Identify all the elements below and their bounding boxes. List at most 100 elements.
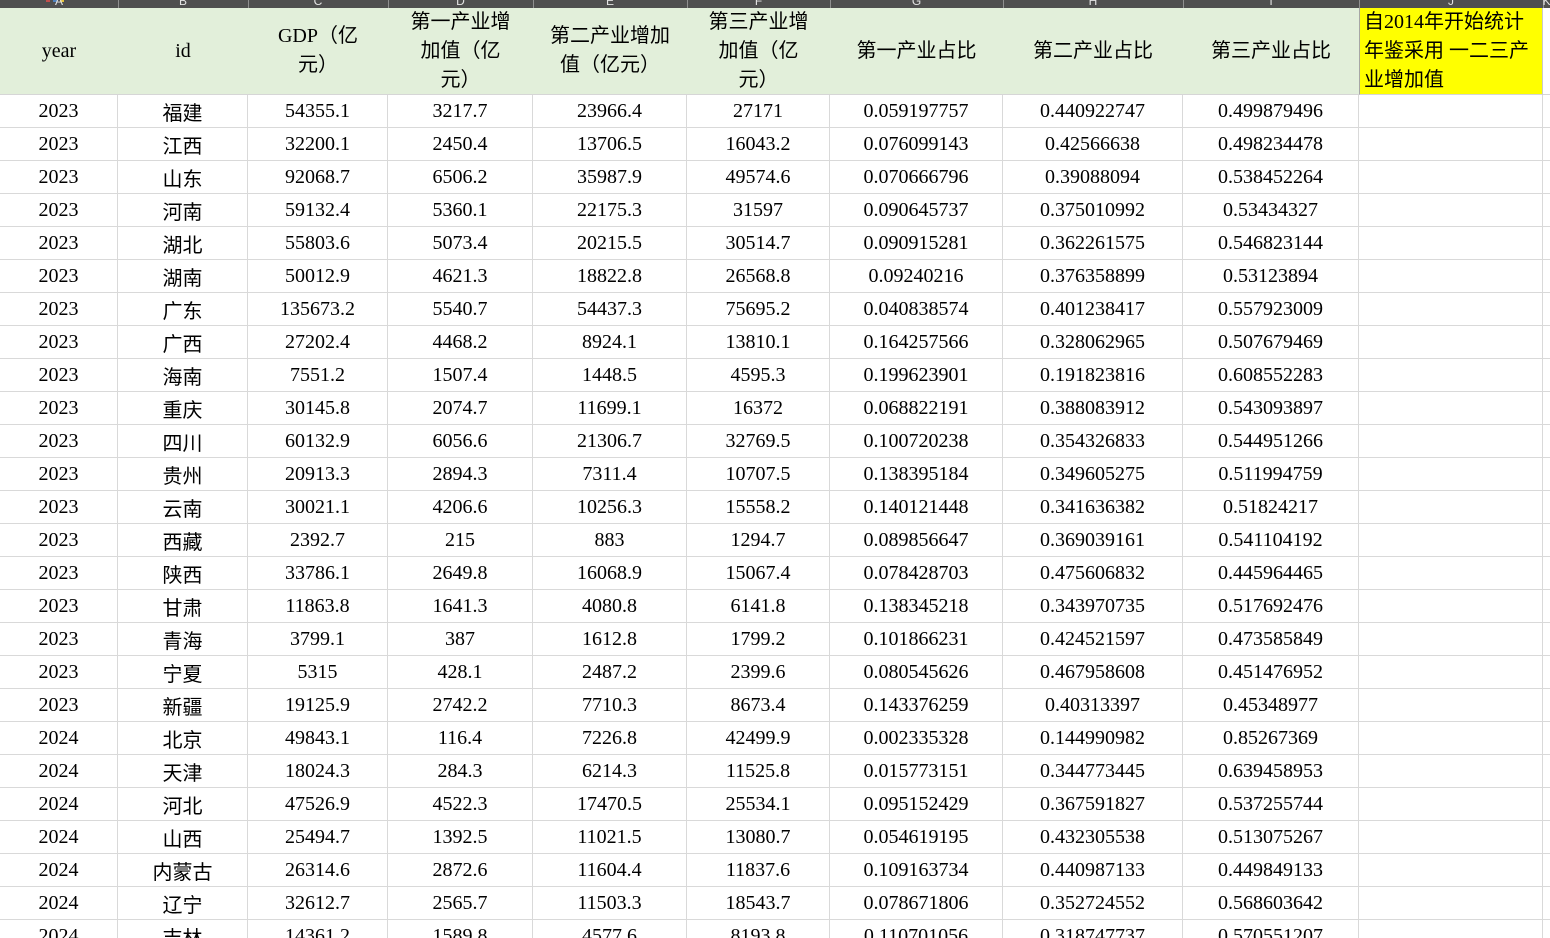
table-cell[interactable]: 新疆 bbox=[118, 689, 248, 721]
table-cell[interactable]: 11525.8 bbox=[687, 755, 830, 787]
table-cell[interactable]: 2023 bbox=[0, 623, 118, 655]
table-cell[interactable]: 5540.7 bbox=[388, 293, 533, 325]
table-cell[interactable]: 贵州 bbox=[118, 458, 248, 490]
table-cell[interactable]: 1589.8 bbox=[388, 920, 533, 938]
table-cell[interactable]: 河北 bbox=[118, 788, 248, 820]
table-cell[interactable]: 11503.3 bbox=[533, 887, 687, 919]
table-cell[interactable]: 10707.5 bbox=[687, 458, 830, 490]
table-cell[interactable]: 27171 bbox=[687, 95, 830, 127]
table-cell[interactable]: 0.078671806 bbox=[830, 887, 1003, 919]
table-cell[interactable]: 0.568603642 bbox=[1183, 887, 1359, 919]
table-cell[interactable]: 0.39088094 bbox=[1003, 161, 1183, 193]
table-cell[interactable]: 0.090915281 bbox=[830, 227, 1003, 259]
table-cell[interactable]: 11604.4 bbox=[533, 854, 687, 886]
table-cell[interactable]: 1612.8 bbox=[533, 623, 687, 655]
column-letter[interactable]: J bbox=[1448, 0, 1454, 7]
table-cell[interactable]: 7551.2 bbox=[248, 359, 388, 391]
table-cell[interactable]: 3799.1 bbox=[248, 623, 388, 655]
table-cell[interactable]: 2023 bbox=[0, 656, 118, 688]
table-cell[interactable]: 2742.2 bbox=[388, 689, 533, 721]
table-cell[interactable]: 0.51824217 bbox=[1183, 491, 1359, 523]
table-cell[interactable]: 云南 bbox=[118, 491, 248, 523]
table-cell[interactable]: 135673.2 bbox=[248, 293, 388, 325]
table-cell[interactable]: 2023 bbox=[0, 194, 118, 226]
table-cell[interactable]: 2074.7 bbox=[388, 392, 533, 424]
column-letter[interactable]: K bbox=[1542, 0, 1550, 7]
table-cell[interactable]: 6214.3 bbox=[533, 755, 687, 787]
table-cell[interactable]: 47526.9 bbox=[248, 788, 388, 820]
table-cell[interactable]: 2023 bbox=[0, 161, 118, 193]
table-cell[interactable]: 1294.7 bbox=[687, 524, 830, 556]
table-cell[interactable]: 49574.6 bbox=[687, 161, 830, 193]
table-cell[interactable]: 4577.6 bbox=[533, 920, 687, 938]
table-cell[interactable]: 31597 bbox=[687, 194, 830, 226]
table-cell[interactable]: 2023 bbox=[0, 260, 118, 292]
table-cell[interactable]: 0.53434327 bbox=[1183, 194, 1359, 226]
table-cell[interactable]: 42499.9 bbox=[687, 722, 830, 754]
table-cell[interactable] bbox=[1359, 326, 1543, 358]
column-letter[interactable]: D bbox=[456, 0, 465, 7]
table-cell[interactable]: 0.449849133 bbox=[1183, 854, 1359, 886]
column-header-gdp[interactable]: GDP（亿 元） bbox=[248, 8, 388, 95]
table-cell[interactable]: 0.040838574 bbox=[830, 293, 1003, 325]
table-cell[interactable]: 0.445964465 bbox=[1183, 557, 1359, 589]
table-cell[interactable]: 0.369039161 bbox=[1003, 524, 1183, 556]
table-cell[interactable]: 吉林 bbox=[118, 920, 248, 938]
table-cell[interactable]: 7311.4 bbox=[533, 458, 687, 490]
table-cell[interactable]: 甘肃 bbox=[118, 590, 248, 622]
table-cell[interactable]: 0.473585849 bbox=[1183, 623, 1359, 655]
table-cell[interactable]: 0.109163734 bbox=[830, 854, 1003, 886]
table-cell[interactable]: 23966.4 bbox=[533, 95, 687, 127]
table-cell[interactable]: 0.349605275 bbox=[1003, 458, 1183, 490]
table-cell[interactable]: 2565.7 bbox=[388, 887, 533, 919]
table-cell[interactable]: 4595.3 bbox=[687, 359, 830, 391]
table-cell[interactable]: 0.354326833 bbox=[1003, 425, 1183, 457]
table-cell[interactable]: 0.388083912 bbox=[1003, 392, 1183, 424]
table-cell[interactable]: 西藏 bbox=[118, 524, 248, 556]
table-cell[interactable]: 0.341636382 bbox=[1003, 491, 1183, 523]
table-cell[interactable]: 2392.7 bbox=[248, 524, 388, 556]
table-cell[interactable]: 0.639458953 bbox=[1183, 755, 1359, 787]
table-cell[interactable]: 59132.4 bbox=[248, 194, 388, 226]
table-cell[interactable]: 2023 bbox=[0, 359, 118, 391]
table-cell[interactable] bbox=[1359, 689, 1543, 721]
table-cell[interactable]: 6506.2 bbox=[388, 161, 533, 193]
table-cell[interactable] bbox=[1359, 194, 1543, 226]
table-cell[interactable]: 16068.9 bbox=[533, 557, 687, 589]
table-cell[interactable] bbox=[1359, 128, 1543, 160]
table-cell[interactable]: 0.376358899 bbox=[1003, 260, 1183, 292]
table-cell[interactable]: 辽宁 bbox=[118, 887, 248, 919]
table-cell[interactable]: 2023 bbox=[0, 491, 118, 523]
table-cell[interactable] bbox=[1359, 293, 1543, 325]
table-cell[interactable]: 湖南 bbox=[118, 260, 248, 292]
table-cell[interactable]: 1507.4 bbox=[388, 359, 533, 391]
table-cell[interactable]: 1641.3 bbox=[388, 590, 533, 622]
table-cell[interactable]: 32200.1 bbox=[248, 128, 388, 160]
table-cell[interactable]: 山东 bbox=[118, 161, 248, 193]
table-cell[interactable]: 山西 bbox=[118, 821, 248, 853]
table-cell[interactable]: 4468.2 bbox=[388, 326, 533, 358]
table-cell[interactable]: 11021.5 bbox=[533, 821, 687, 853]
table-cell[interactable]: 0.078428703 bbox=[830, 557, 1003, 589]
table-cell[interactable]: 0.375010992 bbox=[1003, 194, 1183, 226]
table-cell[interactable]: 0.068822191 bbox=[830, 392, 1003, 424]
table-cell[interactable] bbox=[1359, 788, 1543, 820]
table-cell[interactable]: 16372 bbox=[687, 392, 830, 424]
table-cell[interactable]: 0.475606832 bbox=[1003, 557, 1183, 589]
table-cell[interactable]: 0.054619195 bbox=[830, 821, 1003, 853]
table-cell[interactable]: 75695.2 bbox=[687, 293, 830, 325]
table-cell[interactable]: 0.499879496 bbox=[1183, 95, 1359, 127]
table-cell[interactable]: 35987.9 bbox=[533, 161, 687, 193]
table-cell[interactable]: 0.080545626 bbox=[830, 656, 1003, 688]
table-cell[interactable]: 2024 bbox=[0, 755, 118, 787]
table-cell[interactable]: 湖北 bbox=[118, 227, 248, 259]
table-cell[interactable]: 0.543093897 bbox=[1183, 392, 1359, 424]
table-cell[interactable] bbox=[1359, 590, 1543, 622]
table-cell[interactable]: 13810.1 bbox=[687, 326, 830, 358]
table-cell[interactable]: 2023 bbox=[0, 227, 118, 259]
table-cell[interactable]: 0.101866231 bbox=[830, 623, 1003, 655]
table-cell[interactable]: 0.467958608 bbox=[1003, 656, 1183, 688]
table-cell[interactable]: 0.015773151 bbox=[830, 755, 1003, 787]
table-cell[interactable]: 8924.1 bbox=[533, 326, 687, 358]
note-cell[interactable]: 自2014年开始统计 年鉴采用 一二三产 业增加值 bbox=[1359, 8, 1543, 95]
